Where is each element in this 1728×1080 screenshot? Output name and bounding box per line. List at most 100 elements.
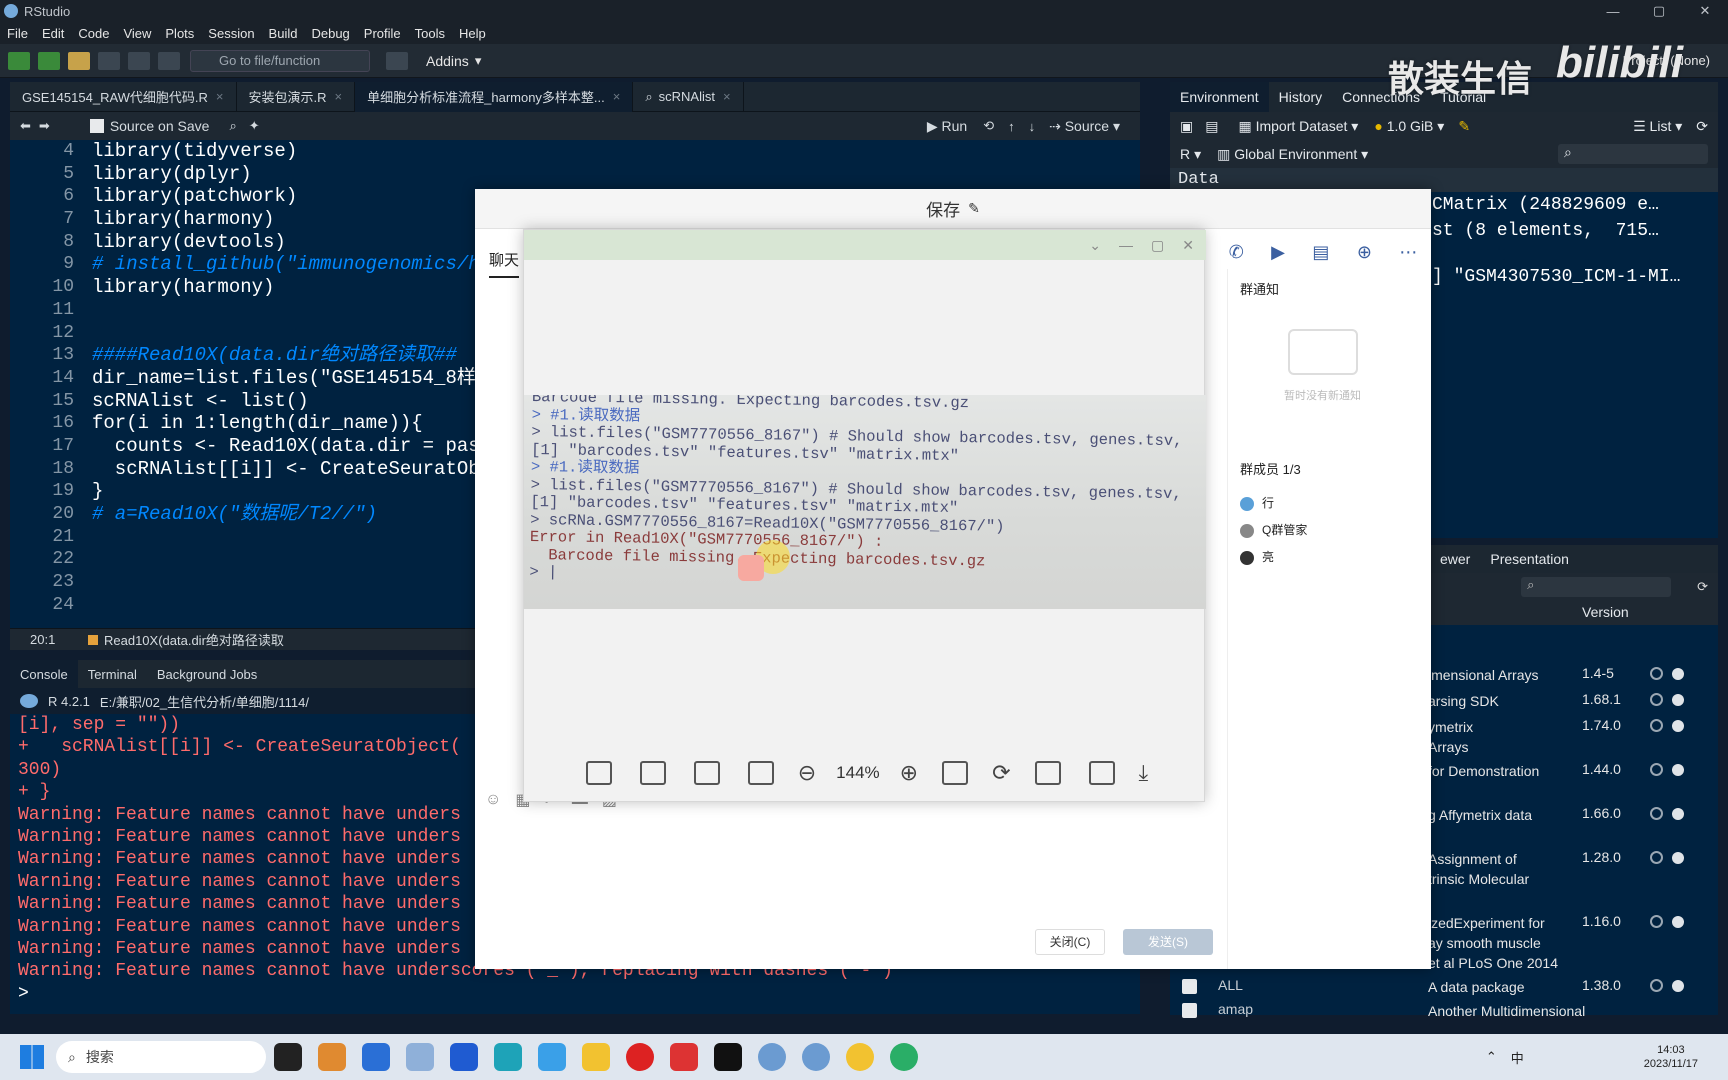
scope-selector[interactable]: Read10X(data.dir绝对路径读取 xyxy=(104,630,284,649)
close-chat-button[interactable]: 关闭(C) xyxy=(1035,929,1105,955)
save-all-icon[interactable] xyxy=(128,51,150,70)
close-button[interactable]: ✕ xyxy=(1682,3,1728,19)
run-button[interactable]: ▶ Run xyxy=(927,118,967,135)
record-icon[interactable] xyxy=(626,1043,654,1071)
new-file-icon[interactable] xyxy=(8,51,30,70)
member-item[interactable]: 行 xyxy=(1240,494,1274,511)
edit-icon[interactable]: ✎ xyxy=(968,200,980,217)
website-icon[interactable] xyxy=(1650,693,1663,706)
lesson-icon[interactable]: ▤ xyxy=(1312,242,1329,263)
fit-screen-icon[interactable] xyxy=(639,761,666,785)
close-icon[interactable]: ✕ xyxy=(1182,237,1194,254)
wps-icon[interactable] xyxy=(670,1043,698,1071)
actual-size-icon[interactable] xyxy=(942,761,969,785)
emoji-icon[interactable]: ☺ xyxy=(485,791,501,809)
photos-icon[interactable] xyxy=(406,1043,434,1071)
zoom-in-icon[interactable]: ⊕ xyxy=(900,760,918,786)
up-arrow-icon[interactable]: ↑ xyxy=(1008,119,1015,134)
remove-icon[interactable] xyxy=(1672,980,1684,992)
taskbar-search[interactable]: ⌕ 搜索 xyxy=(56,1041,266,1073)
clock[interactable]: 14:03 2023/11/17 xyxy=(1644,1043,1698,1071)
addins-menu[interactable]: Addins xyxy=(426,53,469,69)
video-call-icon[interactable]: ▶ xyxy=(1271,242,1285,263)
remove-icon[interactable] xyxy=(1672,668,1684,680)
website-icon[interactable] xyxy=(1650,719,1663,732)
environment-search-input[interactable]: ⌕ xyxy=(1558,144,1708,164)
rotate-icon[interactable]: ⟳ xyxy=(992,760,1010,786)
close-tab-icon[interactable]: × xyxy=(335,89,343,104)
nk-icon[interactable] xyxy=(450,1043,478,1071)
load-workspace-icon[interactable]: ▣ xyxy=(1180,118,1193,135)
refresh-icon[interactable]: ⟳ xyxy=(1696,118,1708,135)
website-icon[interactable] xyxy=(1650,807,1663,820)
ocr-icon[interactable] xyxy=(738,555,764,581)
layout-icon[interactable] xyxy=(585,761,612,785)
tray-chevron-icon[interactable]: ⌃ xyxy=(1486,1049,1497,1065)
website-icon[interactable] xyxy=(1650,763,1663,776)
browser-icon[interactable] xyxy=(538,1043,566,1071)
zoom-out-icon[interactable]: ⊖ xyxy=(798,760,816,786)
r-icon[interactable] xyxy=(758,1043,786,1071)
remove-icon[interactable] xyxy=(1672,764,1684,776)
editor-tab-3[interactable]: 单细胞分析标准流程_harmony多样本整... × xyxy=(355,81,634,112)
website-icon[interactable] xyxy=(1650,851,1663,864)
chat-tab[interactable]: 聊天 xyxy=(489,249,520,278)
save-icon[interactable] xyxy=(98,51,120,70)
menu-profile[interactable]: Profile xyxy=(357,26,408,41)
phone-icon[interactable]: ✆ xyxy=(1229,242,1244,263)
chevron-down-icon[interactable]: ⌄ xyxy=(1089,237,1101,254)
website-icon[interactable] xyxy=(1650,667,1663,680)
store-icon[interactable] xyxy=(362,1043,390,1071)
scope-selector[interactable]: ▥ Global Environment ▾ xyxy=(1217,146,1368,163)
menu-view[interactable]: View xyxy=(116,26,158,41)
remove-icon[interactable] xyxy=(1672,916,1684,928)
close-tab-icon[interactable]: × xyxy=(216,89,224,104)
app-icon[interactable] xyxy=(318,1043,346,1071)
menu-debug[interactable]: Debug xyxy=(304,26,356,41)
menu-file[interactable]: File xyxy=(0,26,35,41)
wechat-icon[interactable] xyxy=(890,1043,918,1071)
capcut-icon[interactable] xyxy=(714,1043,742,1071)
windows-start-icon[interactable] xyxy=(20,1045,44,1069)
remove-icon[interactable] xyxy=(1672,808,1684,820)
rstudio-icon[interactable] xyxy=(802,1043,830,1071)
download-icon[interactable]: ⤓ xyxy=(1139,760,1149,786)
edit-icon[interactable] xyxy=(1034,761,1061,785)
member-item[interactable]: 亮 xyxy=(1240,548,1274,565)
close-tab-icon[interactable]: × xyxy=(723,89,731,104)
remove-icon[interactable] xyxy=(1672,852,1684,864)
rerun-icon[interactable]: ⟲ xyxy=(983,118,994,134)
package-checkbox[interactable] xyxy=(1182,979,1197,994)
print-icon[interactable] xyxy=(158,51,180,70)
remove-icon[interactable] xyxy=(1672,694,1684,706)
packages-search-input[interactable]: ⌕ xyxy=(1521,577,1672,597)
folder-icon[interactable] xyxy=(582,1043,610,1071)
source-on-save-label[interactable]: Source on Save xyxy=(110,118,210,134)
package-checkbox[interactable] xyxy=(1182,1003,1197,1018)
remove-icon[interactable] xyxy=(1672,720,1684,732)
save-icon[interactable] xyxy=(89,119,104,133)
menu-help[interactable]: Help xyxy=(452,26,493,41)
maximize-button[interactable]: ▢ xyxy=(1636,3,1682,19)
refresh-icon[interactable]: ⟳ xyxy=(1697,579,1708,595)
menu-tools[interactable]: Tools xyxy=(408,26,452,41)
tab-background-jobs[interactable]: Background Jobs xyxy=(147,660,267,688)
open-file-icon[interactable] xyxy=(68,51,90,70)
editor-tab-1[interactable]: GSE145154_RAW代细胞代码.R × xyxy=(10,81,237,112)
member-item[interactable]: Q群管家 xyxy=(1240,521,1307,538)
go-to-file-input[interactable]: Go to file/function xyxy=(190,49,370,72)
list-mode-selector[interactable]: ☰ List ▾ xyxy=(1633,118,1682,135)
minimize-button[interactable]: — xyxy=(1590,4,1636,19)
fullscreen-icon[interactable] xyxy=(747,761,774,785)
close-tab-icon[interactable]: × xyxy=(613,89,621,104)
grid-layout-icon[interactable] xyxy=(386,51,408,70)
send-button[interactable]: 发送(S) xyxy=(1123,929,1213,955)
tab-console[interactable]: Console xyxy=(10,660,78,688)
menu-plots[interactable]: Plots xyxy=(158,26,201,41)
ime-indicator[interactable]: 中 xyxy=(1511,1048,1524,1067)
menu-session[interactable]: Session xyxy=(201,26,261,41)
menu-edit[interactable]: Edit xyxy=(35,26,71,41)
tab-environment[interactable]: Environment xyxy=(1170,82,1269,112)
editor-tab-4[interactable]: ⌕ scRNAlist × xyxy=(633,81,744,112)
add-icon[interactable]: ⊕ xyxy=(1357,242,1372,263)
